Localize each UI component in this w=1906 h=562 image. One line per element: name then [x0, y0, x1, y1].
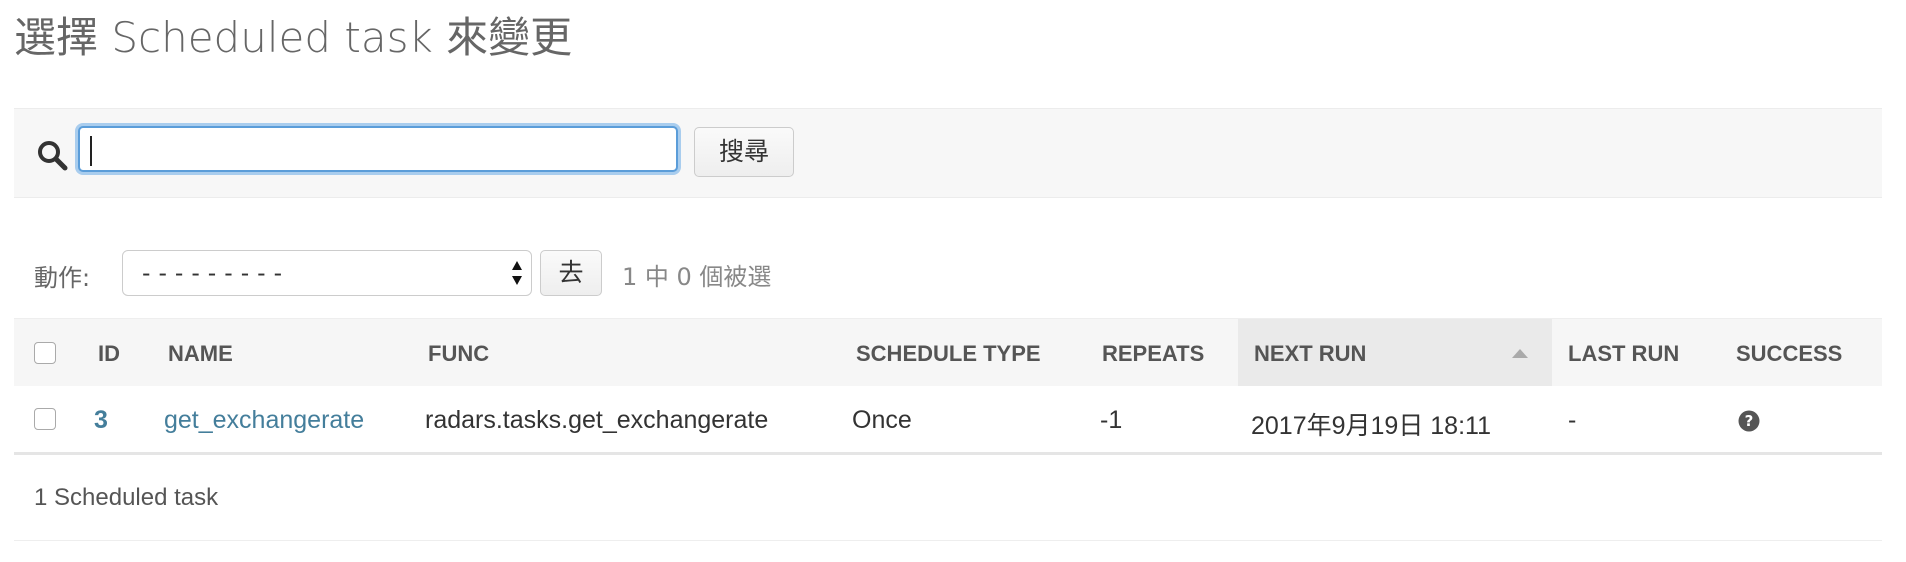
row-name-link[interactable]: get_exchangerate [164, 406, 364, 435]
row-id-link[interactable]: 3 [94, 406, 108, 435]
table-header-row: ID NAME FUNC SCHEDULE TYPE REPEATS NEXT … [14, 318, 1882, 388]
footer-divider [14, 540, 1882, 541]
column-header-id[interactable]: ID [98, 341, 120, 367]
question-circle-icon: ? [1738, 410, 1760, 432]
page-title: 選擇 Scheduled task 來變更 [14, 13, 573, 62]
column-header-success[interactable]: SUCCESS [1736, 341, 1842, 367]
selection-count: 1 中 0 個被選 [622, 263, 772, 291]
column-header-name[interactable]: NAME [168, 341, 233, 367]
search-button[interactable]: 搜尋 [694, 127, 794, 177]
text-caret [90, 136, 92, 166]
result-count: 1 Scheduled task [34, 484, 219, 511]
row-next-run: 2017年9月19日 18:11 [1251, 412, 1491, 440]
column-header-last-run[interactable]: LAST RUN [1568, 341, 1679, 367]
search-icon [38, 141, 68, 171]
column-header-schedule-type[interactable]: SCHEDULE TYPE [856, 341, 1041, 367]
actions-select-value: --------- [139, 259, 288, 287]
row-select-checkbox[interactable] [34, 408, 56, 430]
select-arrows-icon [512, 261, 522, 285]
column-header-func[interactable]: FUNC [428, 341, 489, 367]
go-button[interactable]: 去 [540, 250, 602, 296]
svg-text:?: ? [1745, 412, 1754, 430]
column-header-next-run[interactable]: NEXT RUN [1254, 341, 1366, 367]
sort-ascending-icon[interactable] [1512, 349, 1528, 358]
row-func: radars.tasks.get_exchangerate [425, 406, 769, 434]
column-header-repeats[interactable]: REPEATS [1102, 341, 1204, 367]
table-row: 3 get_exchangerate radars.tasks.get_exch… [14, 386, 1882, 455]
select-all-checkbox[interactable] [34, 342, 56, 364]
row-schedule-type: Once [852, 406, 912, 434]
actions-select[interactable]: --------- [122, 250, 532, 296]
row-last-run: - [1568, 406, 1577, 434]
actions-label: 動作: [34, 264, 91, 292]
actions-bar: 動作: --------- 去 1 中 0 個被選 [14, 248, 1014, 298]
row-repeats: -1 [1100, 406, 1123, 434]
search-input[interactable] [78, 126, 678, 172]
search-toolbar: 搜尋 [14, 108, 1882, 198]
